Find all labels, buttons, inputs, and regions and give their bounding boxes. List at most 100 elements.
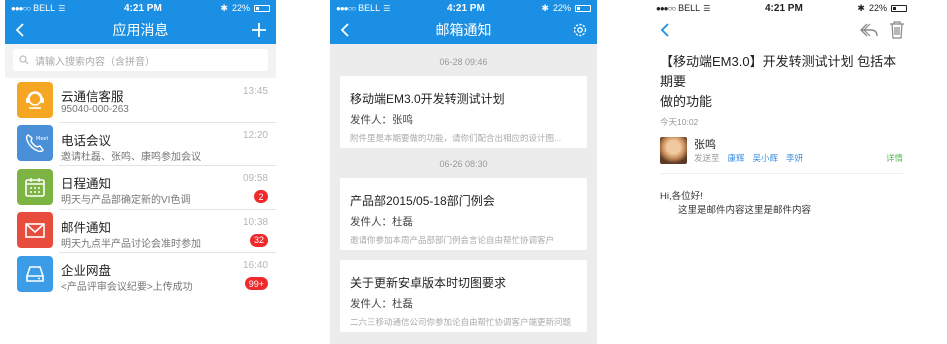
message-time: 09:58 xyxy=(242,173,268,184)
sender-name: 杜磊 xyxy=(392,216,413,228)
clock: 4:21 PM xyxy=(124,2,162,14)
mail-card-snippet: 二六三移动通信公司你参加论自由帮忙协调客户端更新问题 xyxy=(350,317,572,327)
navbar xyxy=(650,16,913,44)
app-messages-screen: ●●●○○ BELL ☰ 4:21 PM ✱ 22% 应用消息 请输入搜索内容（… xyxy=(5,0,276,344)
cloud-drive-icon xyxy=(17,255,53,292)
sender-name: 张鸣 xyxy=(694,139,716,151)
wifi-icon: ☰ xyxy=(58,3,66,13)
bluetooth-icon: ✱ xyxy=(857,2,865,13)
recipient-link[interactable]: 李妍 xyxy=(786,152,803,164)
message-title: 云通信客服 xyxy=(61,90,124,104)
mail-card[interactable]: 移动端EM3.0开发转测试计划 发件人：张鸣 附件里是本期要做的功能，请你们配合出相… xyxy=(340,76,587,148)
unread-badge: 2 xyxy=(254,190,268,203)
mail-subject: 【移动端EM3.0】开发转测试计划 包括本期要 做的功能 xyxy=(650,44,913,112)
mail-detail-screen: ●●●○○ BELL ☰ 4:21 PM ✱ 22% 【移动端EM3.0】开发转… xyxy=(650,0,913,344)
calendar-icon xyxy=(17,168,53,205)
clock: 4:21 PM xyxy=(765,2,803,14)
message-body: 电话会议邀请杜磊、张鸣、康鸣参加会议 12:20 xyxy=(61,122,276,166)
mail-card-sender: 发件人：杜磊 xyxy=(350,296,413,311)
mail-greeting: Hi,各位好! xyxy=(660,191,703,202)
mail-card[interactable]: 关于更新安卓版本时切图要求 发件人：杜磊 二六三移动通信公司你参加论自由帮忙协调客户… xyxy=(340,260,587,332)
battery-icon xyxy=(574,4,591,12)
navbar: 应用消息 xyxy=(5,16,276,44)
carrier-label: BELL xyxy=(678,3,701,13)
message-body: 日程通知明天与产品部确定新的VI色调 09:58 2 xyxy=(61,165,276,209)
message-body: 云通信客服 95040-000-263 13:45 xyxy=(61,78,276,122)
back-icon[interactable] xyxy=(658,22,674,38)
message-body: 企业网盘 <产品评审会议纪要>上传成功 16:40 99+ xyxy=(61,252,276,296)
mail-card[interactable]: 产品部2015/05-18部门例会 发件人：杜磊 邀请你参加本周产品部部门例会言论自… xyxy=(340,178,587,250)
message-time: 16:40 xyxy=(242,260,268,271)
signal-icon: ●●●○○ xyxy=(656,3,676,13)
bluetooth-icon: ✱ xyxy=(220,2,228,13)
header: ●●●○○ BELL ☰ 4:21 PM ✱ 22% 应用消息 xyxy=(5,0,276,44)
message-row[interactable]: 日程通知明天与产品部确定新的VI色调 09:58 2 xyxy=(5,165,276,209)
message-title: 企业网盘 xyxy=(61,264,112,278)
status-bar: ●●●○○ BELL ☰ 4:21 PM ✱ 22% xyxy=(5,0,276,16)
trash-icon[interactable] xyxy=(889,20,905,39)
carrier-label: BELL xyxy=(358,3,381,13)
message-preview: 明天与产品部确定新的VI色调 xyxy=(61,195,191,206)
sendto-label: 发送至 xyxy=(694,153,720,163)
gear-icon[interactable] xyxy=(571,21,589,39)
message-time: 12:20 xyxy=(242,129,268,141)
message-title: 日程通知 xyxy=(61,177,112,191)
unread-badge: 32 xyxy=(249,233,268,247)
mail-time: 今天10:02 xyxy=(660,117,699,127)
message-preview: <产品评审会议纪要>上传成功 xyxy=(61,282,193,293)
mail-card-sender: 发件人：杜磊 xyxy=(350,214,413,229)
page-title: 邮箱通知 xyxy=(435,22,492,38)
message-row[interactable]: 云通信客服 95040-000-263 13:45 xyxy=(5,78,276,122)
mail-list: 06-28 09:46 移动端EM3.0开发转测试计划 发件人：张鸣 附件里是本期要做… xyxy=(330,44,597,332)
status-bar: ●●●○○ BELL ☰ 4:21 PM ✱ 22% xyxy=(650,0,913,16)
message-preview: 95040-000-263 xyxy=(61,104,129,115)
message-title: 电话会议 xyxy=(61,133,112,148)
message-row[interactable]: Meet 电话会议邀请杜磊、张鸣、康鸣参加会议 12:20 xyxy=(5,121,276,166)
recipient-link[interactable]: 吴小辉 xyxy=(753,152,779,164)
svg-text:Meet: Meet xyxy=(36,136,48,142)
mail-card-sender: 发件人：张鸣 xyxy=(350,112,413,127)
mail-content: 这里是邮件内容这里是邮件内容 xyxy=(678,205,812,216)
carrier-label: BELL xyxy=(33,3,56,13)
sender-name: 张鸣 xyxy=(392,114,413,126)
message-preview: 邀请杜磊、张鸣、康鸣参加会议 xyxy=(61,151,201,163)
meet-phone-icon: Meet xyxy=(17,125,53,162)
battery-percent: 22% xyxy=(231,3,250,13)
battery-icon xyxy=(253,4,270,12)
sender-row: 张鸣 发送至 康辉 吴小辉 李妍 详情 xyxy=(660,134,903,174)
search-input[interactable]: 请输入搜索内容（含拼音） xyxy=(13,49,268,71)
details-link[interactable]: 详情 xyxy=(886,152,903,164)
sender-name: 杜磊 xyxy=(392,298,413,310)
sender-label: 发件人： xyxy=(350,216,392,228)
avatar[interactable] xyxy=(660,137,687,164)
sender-label: 发件人： xyxy=(350,298,392,310)
message-time: 10:38 xyxy=(242,216,268,228)
battery-icon xyxy=(890,4,907,12)
page-title: 应用消息 xyxy=(112,22,169,38)
sender-label: 发件人： xyxy=(350,114,392,126)
recipients-row: 发送至 康辉 吴小辉 李妍 xyxy=(694,152,803,164)
add-icon[interactable] xyxy=(250,21,268,39)
recipient-link[interactable]: 康辉 xyxy=(728,152,745,164)
clock: 4:21 PM xyxy=(447,2,485,14)
message-row[interactable]: 邮件通知 明天九点半产品讨论会准时参加 10:38 32 xyxy=(5,208,276,253)
message-row[interactable]: 企业网盘 <产品评审会议纪要>上传成功 16:40 99+ xyxy=(5,252,276,296)
header: ●●●○○ BELL ☰ 4:21 PM ✱ 22% 邮箱通知 xyxy=(330,0,597,44)
mail-card-title: 产品部2015/05-18部门例会 xyxy=(350,194,495,208)
back-icon[interactable] xyxy=(338,22,354,38)
mail-icon xyxy=(17,212,53,249)
message-body: 邮件通知 明天九点半产品讨论会准时参加 10:38 32 xyxy=(61,209,276,253)
back-icon[interactable] xyxy=(13,22,29,38)
search-bar: 请输入搜索内容（含拼音） xyxy=(5,44,276,78)
battery-percent: 22% xyxy=(868,3,887,13)
date-separator: 06-26 08:30 xyxy=(439,159,488,169)
wifi-icon: ☰ xyxy=(703,3,711,13)
message-list: 云通信客服 95040-000-263 13:45 Meet 电话会议邀请杜磊、张鸣、康… xyxy=(5,78,276,296)
search-icon xyxy=(19,55,29,65)
mail-subject-line1: 【移动端EM3.0】开发转测试计划 包括本期要 xyxy=(660,54,897,89)
date-separator: 06-28 09:46 xyxy=(439,57,488,67)
message-preview: 明天九点半产品讨论会准时参加 xyxy=(61,238,201,250)
reply-icon[interactable] xyxy=(859,21,879,39)
mail-body: Hi,各位好! 这里是邮件内容这里是邮件内容 xyxy=(650,174,913,218)
signal-icon: ●●●○○ xyxy=(336,3,356,13)
